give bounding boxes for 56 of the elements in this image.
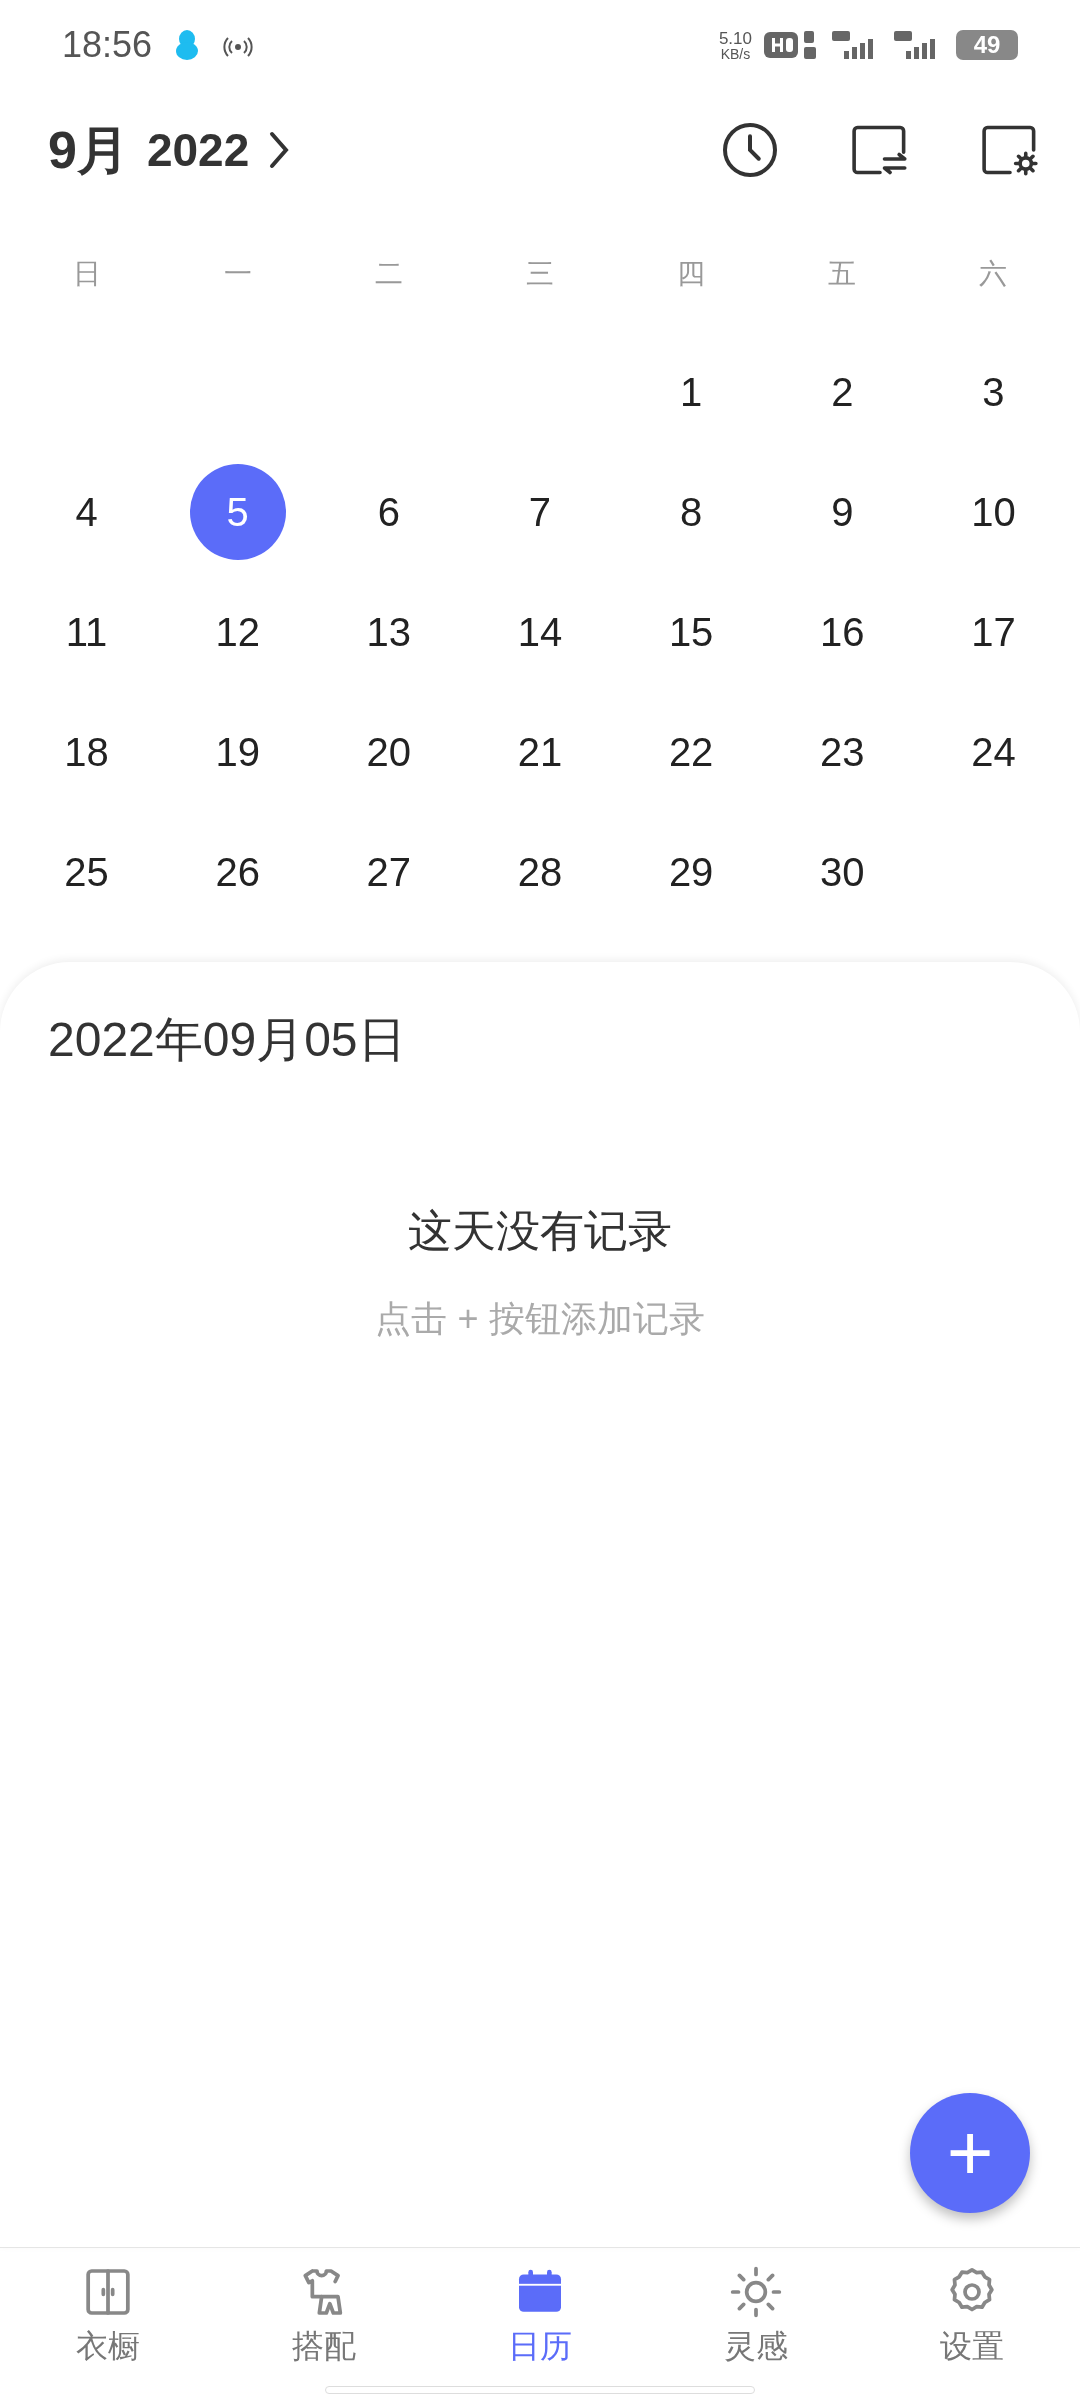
calendar-day[interactable]: 28 (492, 824, 588, 920)
add-button[interactable]: + (910, 2093, 1030, 2213)
month-title: 9月 (48, 120, 129, 181)
calendar-day[interactable]: 19 (189, 704, 286, 800)
weekday-label: 日 (72, 257, 101, 291)
weekday-label: 四 (677, 257, 706, 291)
empty-hint: 点击 + 按钮添加记录 (375, 1297, 705, 1341)
calendar-day[interactable]: 17 (945, 584, 1042, 680)
calendar-day[interactable]: 27 (340, 824, 437, 920)
calendar-day[interactable]: 3 (945, 344, 1042, 440)
calendar-day[interactable]: 29 (643, 824, 740, 920)
calendar-day[interactable]: 21 (492, 704, 588, 800)
calendar-day[interactable]: 16 (794, 584, 891, 680)
clock-icon[interactable] (720, 120, 780, 180)
calendar-day[interactable]: 9 (794, 464, 891, 560)
calendar-day[interactable]: 6 (340, 464, 437, 560)
calendar-day[interactable]: 26 (189, 824, 286, 920)
calendar-day[interactable]: 2 (794, 344, 891, 440)
calendar-day[interactable]: 12 (189, 584, 286, 680)
calendar-day[interactable]: 11 (38, 584, 135, 680)
weekday-label: 一 (223, 257, 252, 291)
penguin-icon (174, 29, 201, 61)
calendar-day[interactable]: 15 (643, 584, 740, 680)
speed-unit: KB/s (720, 46, 751, 61)
calendar-day[interactable]: 10 (945, 464, 1042, 560)
calendar-day[interactable]: 14 (492, 584, 588, 680)
calendar-day[interactable]: 7 (492, 464, 588, 560)
selected-date: 2022年09月05日 (48, 1012, 407, 1068)
network-speed: 5.10 (718, 29, 752, 47)
nav-tab[interactable]: 灵感 (648, 2248, 864, 2400)
calendar-day[interactable]: 23 (794, 704, 891, 800)
calendar-day[interactable]: 30 (794, 824, 891, 920)
calendar-day[interactable]: 25 (38, 824, 135, 920)
calendar-day[interactable]: 5 (189, 464, 286, 560)
calendar-day[interactable]: 13 (340, 584, 437, 680)
year-title: 2022 (146, 122, 250, 178)
empty-title: 这天没有记录 (408, 1205, 672, 1257)
nav-tab[interactable]: 日历 (432, 2248, 648, 2400)
calendar-day[interactable]: 22 (643, 704, 740, 800)
nav-tab[interactable]: 设置 (864, 2248, 1080, 2400)
weekday-label: 三 (526, 257, 554, 291)
calendar-day[interactable]: 20 (340, 704, 437, 800)
weekday-label: 二 (374, 257, 403, 291)
weekday-label: 五 (828, 257, 857, 291)
weekday-label: 六 (979, 257, 1008, 291)
calendar-day[interactable]: 1 (643, 344, 740, 440)
calendar-day[interactable]: 4 (38, 464, 135, 560)
nav-tab[interactable]: 搭配 (216, 2248, 432, 2400)
screen-settings-icon[interactable] (980, 123, 1040, 177)
calendar-day[interactable]: 8 (643, 464, 740, 560)
sun-icon (728, 2264, 784, 2320)
calendar-day[interactable]: 24 (945, 704, 1042, 800)
status-time: 18:56 (62, 23, 153, 67)
nav-tab[interactable]: 衣橱 (0, 2248, 216, 2400)
battery-indicator: 49 (956, 30, 1018, 60)
calendar-day[interactable]: 18 (38, 704, 135, 800)
